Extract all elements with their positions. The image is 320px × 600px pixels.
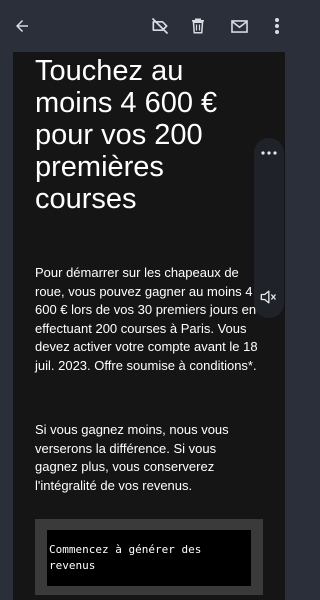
top-app-bar [0,0,298,52]
email-headline: Touchez au moins 4 600 € pour vos 200 pr… [35,55,218,215]
back-arrow-icon[interactable] [10,14,34,38]
more-horiz-icon[interactable] [258,146,280,160]
delete-icon[interactable] [186,14,210,38]
email-paragraph-guarantee: Si vous gagnez moins, nous vous verseron… [35,422,229,493]
mail-icon[interactable] [227,14,251,38]
more-vert-icon[interactable] [265,14,289,38]
label-off-icon[interactable] [148,14,172,38]
start-earning-button[interactable]: Commencez à générer des revenus [47,530,251,586]
email-paragraph-intro: Pour démarrer sur les chapeaux de roue, … [35,265,258,373]
volume-off-icon[interactable] [258,287,278,307]
